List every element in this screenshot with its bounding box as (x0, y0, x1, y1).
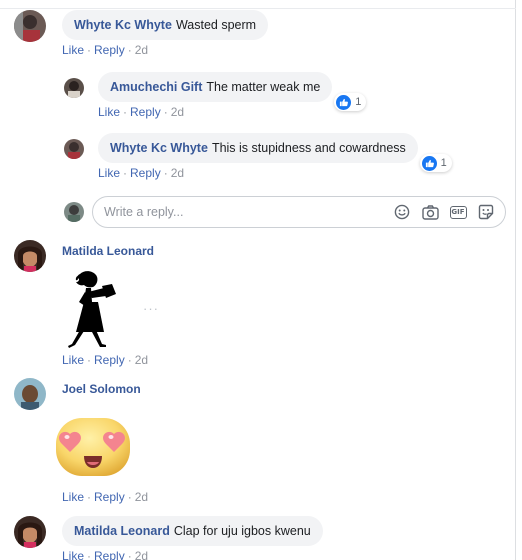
separator: · (123, 166, 128, 180)
dancing-girl-sticker[interactable] (64, 270, 126, 353)
separator: · (87, 353, 92, 367)
separator: · (87, 549, 92, 560)
like-reaction-icon (336, 94, 352, 110)
comment-actions: Like · Reply · 2d (62, 549, 323, 560)
separator: · (163, 166, 168, 180)
like-button[interactable]: Like (62, 490, 84, 504)
separator: · (163, 105, 168, 119)
timestamp[interactable]: 2d (171, 166, 184, 180)
like-button[interactable]: Like (98, 166, 120, 180)
reaction-count[interactable]: 1 (419, 154, 452, 172)
timestamp[interactable]: 2d (135, 490, 148, 504)
separator: · (87, 43, 92, 57)
comment-text: The matter weak me (206, 80, 321, 94)
separator: · (127, 353, 132, 367)
reply-input[interactable] (104, 205, 383, 219)
feed-top-divider (0, 8, 516, 9)
reply-composer: GIF (64, 196, 506, 228)
separator: · (123, 105, 128, 119)
comment-text: Wasted sperm (175, 18, 257, 32)
separator: · (127, 549, 132, 560)
comment-bubble: Whyte Kc Whyte This is stupidness and cow… (98, 133, 452, 172)
comment-actions: Like · Reply · 2d (62, 353, 148, 367)
comment-actions: Like · Reply · 2d (62, 43, 268, 57)
reply-button[interactable]: Reply (94, 353, 125, 367)
comment-text: This is stupidness and cowardness (211, 141, 406, 155)
separator: · (127, 43, 132, 57)
comment-actions: Like · Reply · 2d (98, 166, 418, 180)
avatar[interactable] (14, 516, 46, 548)
reaction-number: 1 (355, 96, 362, 108)
comment-bubble: Whyte Kc Whyte Wasted sperm (62, 10, 269, 40)
avatar[interactable] (14, 240, 46, 272)
timestamp[interactable]: 2d (171, 105, 184, 119)
separator: · (127, 490, 132, 504)
comment-author[interactable]: Amuchechi Gift (110, 80, 202, 94)
comment: Joel Solomon (14, 378, 141, 410)
current-user-avatar (64, 202, 84, 222)
reply-comment: Whyte Kc Whyte This is stupidness and cow… (64, 133, 452, 180)
like-button[interactable]: Like (62, 43, 84, 57)
like-button[interactable]: Like (62, 353, 84, 367)
comment-actions: Like · Reply · 2d (62, 490, 148, 504)
like-button[interactable]: Like (62, 549, 84, 560)
like-button[interactable]: Like (98, 105, 120, 119)
separator: · (87, 490, 92, 504)
like-reaction-icon (421, 155, 437, 171)
comment-actions: Like · Reply · 2d (98, 105, 332, 119)
reply-button[interactable]: Reply (130, 105, 161, 119)
comment-author[interactable]: Matilda Leonard (62, 244, 154, 258)
reaction-number: 1 (440, 157, 447, 169)
feed-border (515, 0, 516, 560)
more-options-icon[interactable]: ··· (143, 301, 159, 316)
timestamp[interactable]: 2d (135, 549, 148, 560)
comment: Matilda Leonard Clap for uju igbos kwenu … (14, 516, 323, 560)
comment-bubble: Amuchechi Gift The matter weak me 1 (98, 72, 367, 111)
comment: Matilda Leonard (14, 240, 154, 272)
comment-text: Clap for uju igbos kwenu (173, 524, 311, 538)
timestamp[interactable]: 2d (135, 43, 148, 57)
comment-bubble: Matilda Leonard Clap for uju igbos kwenu (62, 516, 323, 546)
camera-icon[interactable] (421, 203, 439, 221)
comment-author[interactable]: Whyte Kc Whyte (74, 18, 172, 32)
timestamp[interactable]: 2d (135, 353, 148, 367)
avatar[interactable] (14, 378, 46, 410)
reply-button[interactable]: Reply (130, 166, 161, 180)
comment-author[interactable]: Joel Solomon (62, 382, 141, 396)
sticker-icon[interactable] (477, 203, 495, 221)
reply-button[interactable]: Reply (94, 549, 125, 560)
comment-author[interactable]: Matilda Leonard (74, 524, 170, 538)
comment-author[interactable]: Whyte Kc Whyte (110, 141, 208, 155)
reply-comment: Amuchechi Gift The matter weak me 1 Like ·… (64, 72, 367, 119)
reply-button[interactable]: Reply (94, 490, 125, 504)
reply-button[interactable]: Reply (94, 43, 125, 57)
avatar[interactable] (14, 10, 46, 42)
avatar[interactable] (64, 78, 84, 98)
avatar[interactable] (64, 139, 84, 159)
emoji-icon[interactable] (393, 203, 411, 221)
reply-input-field[interactable]: GIF (92, 196, 506, 228)
heart-eyes-sticker[interactable] (52, 412, 134, 483)
gif-icon[interactable]: GIF (449, 203, 467, 221)
comment: Whyte Kc Whyte Wasted sperm Like · Reply · 2d (14, 10, 269, 57)
reaction-count[interactable]: 1 (334, 93, 367, 111)
